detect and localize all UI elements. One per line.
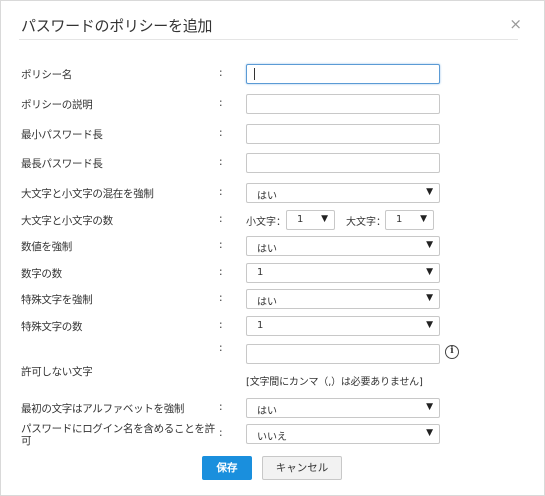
dropdown-arrow-icon: ▼ bbox=[321, 214, 328, 224]
include-login-value: いいえ bbox=[257, 432, 287, 443]
first-alpha-value: はい bbox=[257, 406, 277, 417]
colon: : bbox=[219, 239, 223, 251]
colon: : bbox=[219, 427, 223, 439]
mixed-case-value: はい bbox=[257, 191, 277, 202]
uppercase-count-select[interactable]: 1 ▼ bbox=[385, 210, 434, 230]
numeric-count-label: 数字の数 bbox=[21, 268, 62, 280]
mixed-case-select[interactable]: はい ▼ bbox=[246, 183, 440, 203]
force-special-select[interactable]: はい ▼ bbox=[246, 289, 440, 309]
row-force-numeric: 数値を強制 : はい ▼ bbox=[1, 236, 544, 256]
text-caret bbox=[254, 68, 255, 80]
include-login-select[interactable]: いいえ ▼ bbox=[246, 424, 440, 444]
lowercase-count-value: 1 bbox=[297, 214, 304, 225]
force-special-value: はい bbox=[257, 297, 277, 308]
mixed-case-label: 大文字と小文字の混在を強制 bbox=[21, 188, 154, 200]
special-count-label: 特殊文字の数 bbox=[21, 321, 83, 333]
colon: : bbox=[219, 319, 223, 331]
colon: : bbox=[219, 156, 223, 168]
info-icon[interactable]: i bbox=[445, 345, 459, 359]
policy-description-label: ポリシーの説明 bbox=[21, 99, 93, 111]
row-special-count: 特殊文字の数 : 1 ▼ bbox=[1, 316, 544, 336]
dropdown-arrow-icon: ▼ bbox=[426, 293, 433, 303]
add-password-policy-dialog: パスワードのポリシーを追加 × ポリシー名 : ポリシーの説明 : 最小パスワー… bbox=[0, 0, 545, 496]
min-length-input[interactable] bbox=[246, 124, 440, 144]
dropdown-arrow-icon: ▼ bbox=[426, 240, 433, 250]
policy-name-input[interactable] bbox=[246, 64, 440, 84]
dropdown-arrow-icon: ▼ bbox=[426, 187, 433, 197]
row-include-login: パスワードにログイン名を含めることを許 可 : いいえ ▼ bbox=[1, 423, 544, 447]
colon: : bbox=[219, 186, 223, 198]
cancel-button[interactable]: キャンセル bbox=[262, 456, 342, 480]
include-login-label-line1: パスワードにログイン名を含めることを許 bbox=[21, 423, 215, 435]
disallowed-chars-input[interactable] bbox=[246, 344, 440, 364]
row-mixed-case: 大文字と小文字の混在を強制 : はい ▼ bbox=[1, 183, 544, 203]
max-length-input[interactable] bbox=[246, 153, 440, 173]
uppercase-count-value: 1 bbox=[396, 214, 403, 225]
colon: : bbox=[219, 342, 223, 354]
policy-description-input[interactable] bbox=[246, 94, 440, 114]
dropdown-arrow-icon: ▼ bbox=[420, 214, 427, 224]
row-max-length: 最長パスワード長 : bbox=[1, 153, 544, 173]
force-special-label: 特殊文字を強制 bbox=[21, 294, 93, 306]
colon: : bbox=[219, 127, 223, 139]
lowercase-label: 小文字： bbox=[246, 217, 286, 228]
special-count-select[interactable]: 1 ▼ bbox=[246, 316, 440, 336]
disallowed-chars-hint: [文字間にカンマ（,）は必要ありません] bbox=[246, 377, 423, 388]
dropdown-arrow-icon: ▼ bbox=[426, 320, 433, 330]
row-force-special: 特殊文字を強制 : はい ▼ bbox=[1, 289, 544, 309]
force-numeric-label: 数値を強制 bbox=[21, 241, 72, 253]
max-length-label: 最長パスワード長 bbox=[21, 158, 103, 170]
row-min-length: 最小パスワード長 : bbox=[1, 124, 544, 144]
row-policy-name: ポリシー名 : bbox=[1, 64, 544, 84]
close-icon[interactable]: × bbox=[509, 15, 522, 33]
special-count-value: 1 bbox=[257, 320, 264, 331]
dropdown-arrow-icon: ▼ bbox=[426, 402, 433, 412]
numeric-count-value: 1 bbox=[257, 267, 264, 278]
colon: : bbox=[219, 97, 223, 109]
force-numeric-select[interactable]: はい ▼ bbox=[246, 236, 440, 256]
dialog-title: パスワードのポリシーを追加 bbox=[21, 17, 213, 35]
min-length-label: 最小パスワード長 bbox=[21, 129, 103, 141]
title-divider bbox=[19, 39, 518, 40]
colon: : bbox=[219, 401, 223, 413]
disallowed-chars-label: 許可しない文字 bbox=[21, 366, 93, 378]
save-button[interactable]: 保存 bbox=[202, 456, 252, 480]
dropdown-arrow-icon: ▼ bbox=[426, 267, 433, 277]
row-policy-description: ポリシーの説明 : bbox=[1, 94, 544, 114]
colon: : bbox=[219, 266, 223, 278]
colon: : bbox=[219, 67, 223, 79]
dropdown-arrow-icon: ▼ bbox=[426, 428, 433, 438]
row-case-count: 大文字と小文字の数 : 小文字： 1 ▼ 大文字： 1 ▼ bbox=[1, 210, 544, 230]
lowercase-count-select[interactable]: 1 ▼ bbox=[286, 210, 335, 230]
row-numeric-count: 数字の数 : 1 ▼ bbox=[1, 263, 544, 283]
first-alpha-select[interactable]: はい ▼ bbox=[246, 398, 440, 418]
colon: : bbox=[219, 213, 223, 225]
first-alpha-label: 最初の文字はアルファベットを強制 bbox=[21, 403, 185, 415]
policy-name-label: ポリシー名 bbox=[21, 69, 72, 81]
force-numeric-value: はい bbox=[257, 244, 277, 255]
colon: : bbox=[219, 292, 223, 304]
include-login-label-line2: 可 bbox=[21, 435, 32, 447]
numeric-count-select[interactable]: 1 ▼ bbox=[246, 263, 440, 283]
row-disallowed-chars: 許可しない文字 : i [文字間にカンマ（,）は必要ありません] bbox=[1, 342, 544, 388]
case-count-label: 大文字と小文字の数 bbox=[21, 215, 113, 227]
row-first-alpha: 最初の文字はアルファベットを強制 : はい ▼ bbox=[1, 398, 544, 418]
uppercase-label: 大文字： bbox=[346, 217, 386, 228]
